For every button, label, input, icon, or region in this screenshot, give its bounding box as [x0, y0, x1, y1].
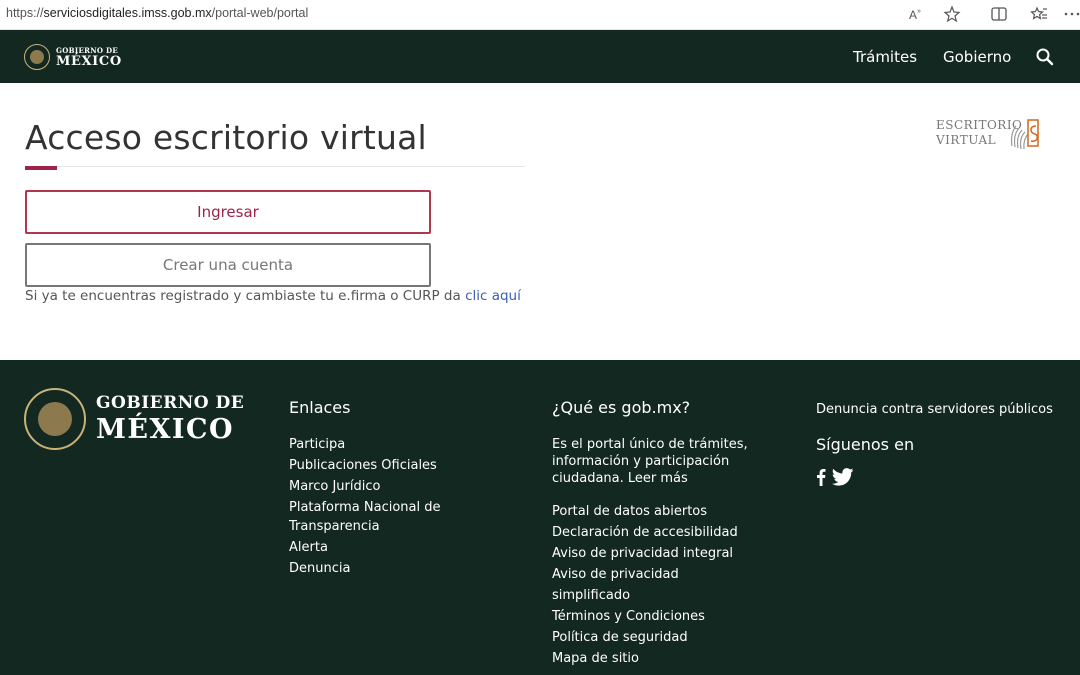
read-aloud-icon[interactable]: A» [906, 4, 926, 24]
footer-about-column: ¿Qué es gob.mx? Es el portal único de tr… [552, 398, 757, 669]
coat-of-arms-icon [24, 44, 50, 70]
escritorio-virtual-logo: ESCRITORIO VIRTUAL [936, 116, 1046, 156]
footer-gob-logo[interactable]: GOBIERNO DE MÉXICO [24, 388, 244, 450]
link-denuncia[interactable]: Denuncia [289, 561, 350, 576]
list-item: Publicaciones Oficiales [289, 455, 459, 476]
svg-text:»: » [917, 8, 921, 15]
link-privacidad-integral[interactable]: Aviso de privacidad integral [552, 546, 733, 561]
browser-address-bar: https://serviciosdigitales.imss.gob.mx/p… [0, 0, 1080, 30]
nav-tramites[interactable]: Trámites [853, 48, 917, 66]
link-accesibilidad[interactable]: Declaración de accesibilidad [552, 525, 738, 540]
link-datos-abiertos[interactable]: Portal de datos abiertos [552, 504, 707, 519]
links-list: Participa Publicaciones Oficiales Marco … [289, 434, 459, 579]
login-button[interactable]: Ingresar [25, 190, 431, 234]
gob-mx-logo[interactable]: GOBIERNO DE MÉXICO [24, 42, 122, 72]
link-terminos[interactable]: Términos y Condiciones [552, 609, 705, 624]
help-link[interactable]: clic aquí [465, 288, 521, 304]
twitter-icon[interactable] [832, 468, 854, 486]
list-item: Términos y Condiciones [552, 606, 757, 627]
footer-logo-big: MÉXICO [96, 414, 235, 445]
social-links [816, 468, 1066, 486]
site-header: GOBIERNO DE MÉXICO Trámites Gobierno [0, 30, 1080, 83]
list-item: Mapa de sitio [552, 648, 757, 669]
footer-contact-column: Denuncia contra servidores públicos Sígu… [816, 401, 1066, 486]
link-privacidad-simplificado[interactable]: Aviso de privacidad simplificado [552, 567, 679, 603]
create-account-button[interactable]: Crear una cuenta [25, 243, 431, 287]
help-text: Si ya te encuentras registrado y cambias… [25, 288, 521, 304]
logo-big-text: MÉXICO [56, 53, 122, 69]
list-item: Política de seguridad [552, 627, 757, 648]
link-mapa-sitio[interactable]: Mapa de sitio [552, 651, 639, 666]
links-heading: Enlaces [289, 398, 351, 417]
about-links-list: Portal de datos abiertos Declaración de … [552, 501, 757, 669]
link-transparencia[interactable]: Plataforma Nacional de Transparencia [289, 500, 441, 534]
list-item: Aviso de privacidad integral [552, 543, 757, 564]
list-item: Alerta [289, 537, 459, 558]
title-divider [25, 166, 525, 167]
list-item: Denuncia [289, 558, 459, 579]
list-item: Aviso de privacidad simplificado [552, 564, 757, 606]
site-footer: GOBIERNO DE MÉXICO Enlaces Participa Pub… [0, 360, 1080, 675]
link-publicaciones[interactable]: Publicaciones Oficiales [289, 458, 437, 473]
list-item: Declaración de accesibilidad [552, 522, 757, 543]
fingerprint-icon [1010, 119, 1039, 150]
footer-logo-small: GOBIERNO DE [96, 393, 245, 413]
url-field[interactable]: https://serviciosdigitales.imss.gob.mx/p… [6, 6, 308, 20]
svg-text:A: A [909, 8, 917, 22]
title-accent-bar [25, 166, 57, 170]
coat-of-arms-icon [24, 388, 86, 450]
url-host: serviciosdigitales.imss.gob.mx [43, 6, 212, 20]
list-item: Plataforma Nacional de Transparencia [289, 497, 459, 537]
nav-gobierno[interactable]: Gobierno [943, 48, 1011, 66]
facebook-icon[interactable] [816, 468, 826, 486]
footer-links-column: Enlaces Participa Publicaciones Oficiale… [289, 398, 459, 579]
logo-line-2: VIRTUAL [936, 133, 997, 147]
link-participa[interactable]: Participa [289, 437, 345, 452]
split-screen-icon[interactable] [989, 4, 1009, 24]
page-title: Acceso escritorio virtual [25, 118, 427, 157]
search-icon[interactable] [1035, 47, 1055, 67]
link-seguridad[interactable]: Política de seguridad [552, 630, 688, 645]
list-item: Participa [289, 434, 459, 455]
link-marco-juridico[interactable]: Marco Jurídico [289, 479, 380, 494]
about-heading: ¿Qué es gob.mx? [552, 398, 691, 417]
help-text-body: Si ya te encuentras registrado y cambias… [25, 288, 466, 304]
favorite-star-icon[interactable] [942, 4, 962, 24]
link-alerta[interactable]: Alerta [289, 540, 328, 555]
list-item: Portal de datos abiertos [552, 501, 757, 522]
about-text: Es el portal único de trámites, informac… [552, 437, 748, 486]
follow-heading: Síguenos en [816, 435, 915, 454]
report-link[interactable]: Denuncia contra servidores públicos [816, 401, 1066, 418]
logo-small-text: GOBIERNO DE [56, 45, 119, 55]
list-item: Marco Jurídico [289, 476, 459, 497]
more-options-icon[interactable] [1062, 4, 1080, 24]
url-prefix: https:// [6, 6, 44, 20]
favorites-icon[interactable] [1029, 4, 1049, 24]
url-path: /portal-web/portal [211, 6, 309, 20]
